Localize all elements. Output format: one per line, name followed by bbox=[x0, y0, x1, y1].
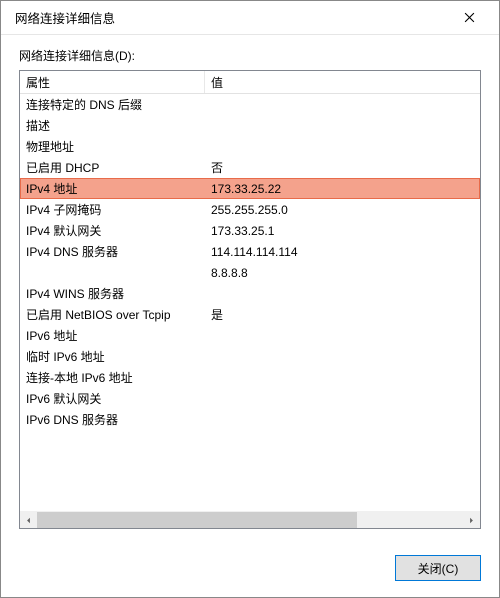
property-cell: 连接特定的 DNS 后缀 bbox=[20, 96, 205, 113]
close-icon[interactable] bbox=[449, 3, 489, 33]
list-header: 属性 值 bbox=[20, 71, 480, 94]
table-row[interactable]: IPv4 子网掩码255.255.255.0 bbox=[20, 199, 480, 220]
table-row[interactable]: IPv6 DNS 服务器 bbox=[20, 409, 480, 430]
property-cell: 描述 bbox=[20, 117, 205, 134]
details-list: 属性 值 连接特定的 DNS 后缀描述物理地址已启用 DHCP否IPv4 地址1… bbox=[19, 70, 481, 529]
column-header-value[interactable]: 值 bbox=[205, 71, 480, 93]
table-row[interactable]: IPv4 默认网关173.33.25.1 bbox=[20, 220, 480, 241]
table-row[interactable]: 已启用 DHCP否 bbox=[20, 157, 480, 178]
value-cell: 是 bbox=[205, 306, 480, 323]
property-cell: IPv4 地址 bbox=[20, 180, 205, 197]
value-cell: 173.33.25.1 bbox=[205, 224, 480, 238]
property-cell: IPv6 地址 bbox=[20, 327, 205, 344]
table-row[interactable]: IPv4 DNS 服务器114.114.114.114 bbox=[20, 241, 480, 262]
table-row[interactable]: IPv4 WINS 服务器 bbox=[20, 283, 480, 304]
dialog-window: 网络连接详细信息 网络连接详细信息(D): 属性 值 连接特定的 DNS 后缀描… bbox=[0, 0, 500, 598]
table-row[interactable]: IPv4 地址173.33.25.22 bbox=[20, 178, 480, 199]
table-row[interactable]: 连接特定的 DNS 后缀 bbox=[20, 94, 480, 115]
value-cell: 255.255.255.0 bbox=[205, 203, 480, 217]
property-cell: IPv4 子网掩码 bbox=[20, 201, 205, 218]
table-row[interactable]: 连接-本地 IPv6 地址 bbox=[20, 367, 480, 388]
property-cell: 物理地址 bbox=[20, 138, 205, 155]
property-cell: 已启用 DHCP bbox=[20, 159, 205, 176]
content-area: 网络连接详细信息(D): 属性 值 连接特定的 DNS 后缀描述物理地址已启用 … bbox=[1, 35, 499, 543]
property-cell: 临时 IPv6 地址 bbox=[20, 348, 205, 365]
property-cell: IPv6 默认网关 bbox=[20, 390, 205, 407]
button-row: 关闭(C) bbox=[1, 543, 499, 597]
scroll-thumb[interactable] bbox=[37, 512, 357, 529]
table-row[interactable]: IPv6 地址 bbox=[20, 325, 480, 346]
property-cell: 连接-本地 IPv6 地址 bbox=[20, 369, 205, 386]
table-row[interactable]: 物理地址 bbox=[20, 136, 480, 157]
scroll-right-icon[interactable] bbox=[463, 512, 480, 529]
close-button[interactable]: 关闭(C) bbox=[395, 555, 481, 581]
list-body: 连接特定的 DNS 后缀描述物理地址已启用 DHCP否IPv4 地址173.33… bbox=[20, 94, 480, 511]
window-title: 网络连接详细信息 bbox=[15, 8, 115, 27]
table-row[interactable]: 已启用 NetBIOS over Tcpip是 bbox=[20, 304, 480, 325]
property-cell: IPv4 DNS 服务器 bbox=[20, 243, 205, 260]
property-cell: 已启用 NetBIOS over Tcpip bbox=[20, 306, 205, 323]
scroll-left-icon[interactable] bbox=[20, 512, 37, 529]
details-label: 网络连接详细信息(D): bbox=[19, 47, 481, 64]
property-cell: IPv4 WINS 服务器 bbox=[20, 285, 205, 302]
column-header-property[interactable]: 属性 bbox=[20, 71, 205, 93]
horizontal-scrollbar[interactable] bbox=[20, 511, 480, 528]
value-cell: 否 bbox=[205, 159, 480, 176]
property-cell: IPv4 默认网关 bbox=[20, 222, 205, 239]
table-row[interactable]: 临时 IPv6 地址 bbox=[20, 346, 480, 367]
table-row[interactable]: IPv6 默认网关 bbox=[20, 388, 480, 409]
value-cell: 114.114.114.114 bbox=[205, 245, 480, 259]
scroll-track[interactable] bbox=[37, 512, 463, 528]
property-cell: IPv6 DNS 服务器 bbox=[20, 411, 205, 428]
value-cell: 173.33.25.22 bbox=[205, 182, 480, 196]
titlebar: 网络连接详细信息 bbox=[1, 1, 499, 35]
table-row[interactable]: 8.8.8.8 bbox=[20, 262, 480, 283]
table-row[interactable]: 描述 bbox=[20, 115, 480, 136]
value-cell: 8.8.8.8 bbox=[205, 266, 480, 280]
